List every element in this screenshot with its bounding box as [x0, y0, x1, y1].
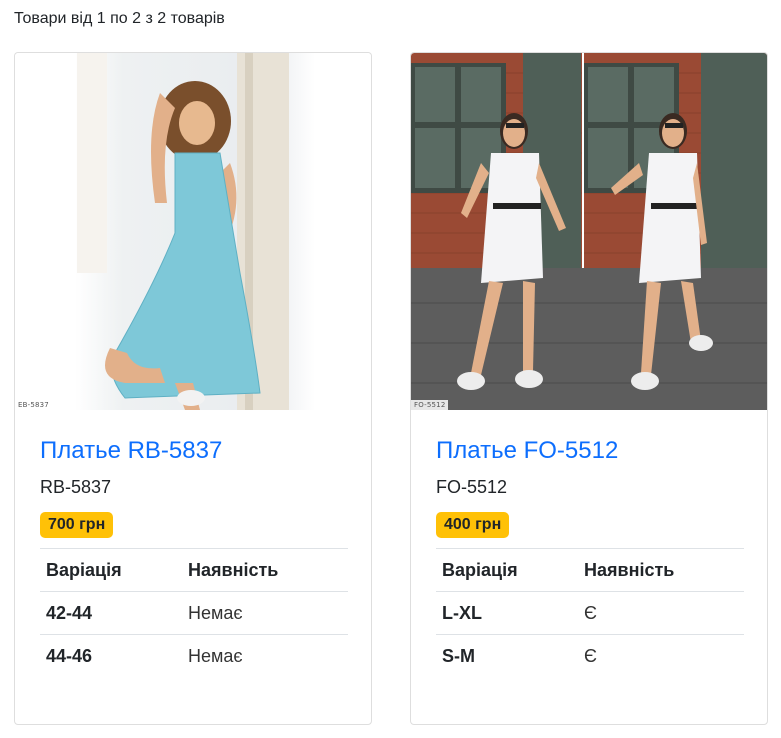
variation-header: Варіація: [436, 548, 579, 592]
product-code: RB-5837: [40, 477, 112, 497]
variant-size: 42-44: [40, 591, 183, 635]
product-image[interactable]: FO-5512: [411, 53, 767, 410]
variant-size: 44-46: [40, 634, 183, 678]
availability-header: Наявність: [182, 548, 348, 592]
variant-availability: Є: [578, 634, 744, 678]
variants-table: Варіація Наявність L-XL Є S-M Є: [436, 548, 744, 678]
product-title-link[interactable]: Платье RB-5837: [40, 435, 346, 467]
price-badge: 700 грн: [40, 512, 114, 538]
image-sku-tag: FO-5512: [411, 400, 449, 410]
product-card: FO-5512 Платье FO-5512 FO-5512 400 грн В…: [410, 52, 768, 725]
table-row: 42-44 Немає: [40, 591, 348, 635]
variant-size: S-M: [436, 634, 579, 678]
variant-availability: Є: [578, 591, 744, 635]
variant-size: L-XL: [436, 591, 579, 635]
product-image-blue-dress: [15, 53, 371, 410]
variant-availability: Немає: [182, 591, 348, 635]
price-badge: 400 грн: [436, 512, 510, 538]
product-title-link[interactable]: Платье FO-5512: [436, 435, 742, 467]
table-row: L-XL Є: [436, 591, 744, 635]
image-sku-tag: EB-5837: [15, 400, 52, 410]
table-header-row: Варіація Наявність: [436, 548, 744, 592]
product-code: FO-5512: [436, 477, 508, 497]
product-image[interactable]: EB-5837: [15, 53, 371, 410]
table-row: 44-46 Немає: [40, 634, 348, 678]
table-row: S-M Є: [436, 634, 744, 678]
product-card: EB-5837 Платье RB-5837 RB-5837 700 грн В…: [14, 52, 372, 725]
results-count: Товари від 1 по 2 з 2 товарів: [14, 10, 225, 27]
variation-header: Варіація: [40, 548, 183, 592]
table-header-row: Варіація Наявність: [40, 548, 348, 592]
availability-header: Наявність: [578, 548, 744, 592]
variant-availability: Немає: [182, 634, 348, 678]
variants-table: Варіація Наявність 42-44 Немає 44-46 Нем…: [40, 548, 348, 678]
product-image-white-dress: [411, 53, 767, 410]
